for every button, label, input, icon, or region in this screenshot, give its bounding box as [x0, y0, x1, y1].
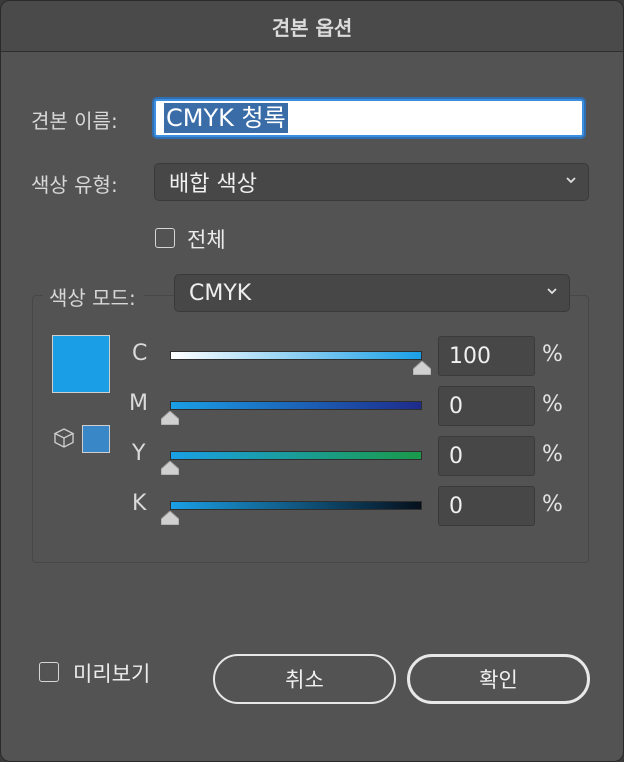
black-slider-track[interactable]: [170, 501, 422, 510]
magenta-slider-track[interactable]: [170, 401, 422, 410]
swatch-name-label: 견본 이름:: [31, 109, 118, 133]
color-type-label: 색상 유형:: [31, 173, 118, 197]
yellow-value-input[interactable]: 0: [438, 436, 535, 476]
magenta-value: 0: [449, 393, 463, 419]
cyan-percent-label: %: [542, 342, 563, 367]
cyan-value-input[interactable]: 100: [438, 336, 535, 376]
black-slider-thumb[interactable]: [161, 511, 179, 525]
cyan-value: 100: [449, 343, 491, 369]
process-color-cube-icon: [53, 428, 75, 448]
yellow-label: Y: [132, 441, 146, 466]
chevron-down-icon: [547, 288, 557, 295]
chevron-down-icon: [566, 177, 576, 184]
magenta-label: M: [129, 391, 148, 416]
yellow-value: 0: [449, 443, 463, 469]
preview-checkbox[interactable]: [39, 662, 59, 682]
yellow-percent-label: %: [542, 442, 563, 467]
black-label: K: [132, 491, 147, 516]
black-percent-label: %: [542, 492, 563, 517]
cyan-label: C: [132, 341, 148, 366]
color-type-value: 배합 색상: [169, 172, 257, 197]
current-color-swatch: [52, 335, 110, 393]
global-label: 전체: [187, 228, 226, 252]
cyan-slider-track[interactable]: [170, 351, 422, 360]
magenta-value-input[interactable]: 0: [438, 386, 535, 426]
magenta-percent-label: %: [542, 392, 563, 417]
yellow-slider-track[interactable]: [170, 451, 422, 460]
yellow-slider-thumb[interactable]: [161, 461, 179, 475]
global-checkbox[interactable]: [155, 228, 175, 248]
color-mode-label: 색상 모드:: [43, 282, 144, 311]
magenta-slider-thumb[interactable]: [161, 411, 179, 425]
preview-label: 미리보기: [73, 662, 151, 686]
ok-button[interactable]: 확인: [407, 654, 590, 704]
cancel-button-label: 취소: [285, 668, 324, 692]
dialog-title: 견본 옵션: [1, 1, 623, 52]
black-value: 0: [449, 493, 463, 519]
process-color-swatch[interactable]: [82, 425, 110, 453]
swatch-name-input[interactable]: CMYK 청록: [154, 99, 584, 137]
color-mode-dropdown[interactable]: CMYK: [174, 274, 570, 312]
swatch-name-value: CMYK 청록: [164, 103, 288, 133]
color-type-dropdown[interactable]: 배합 색상: [154, 163, 589, 201]
swatch-options-dialog: 견본 옵션 견본 이름: CMYK 청록 색상 유형: 배합 색상 전체 색상 …: [0, 0, 624, 762]
color-mode-value: CMYK: [189, 280, 252, 306]
cancel-button[interactable]: 취소: [213, 654, 396, 704]
ok-button-label: 확인: [479, 668, 518, 692]
black-value-input[interactable]: 0: [438, 486, 535, 526]
cyan-slider-thumb[interactable]: [413, 361, 431, 375]
